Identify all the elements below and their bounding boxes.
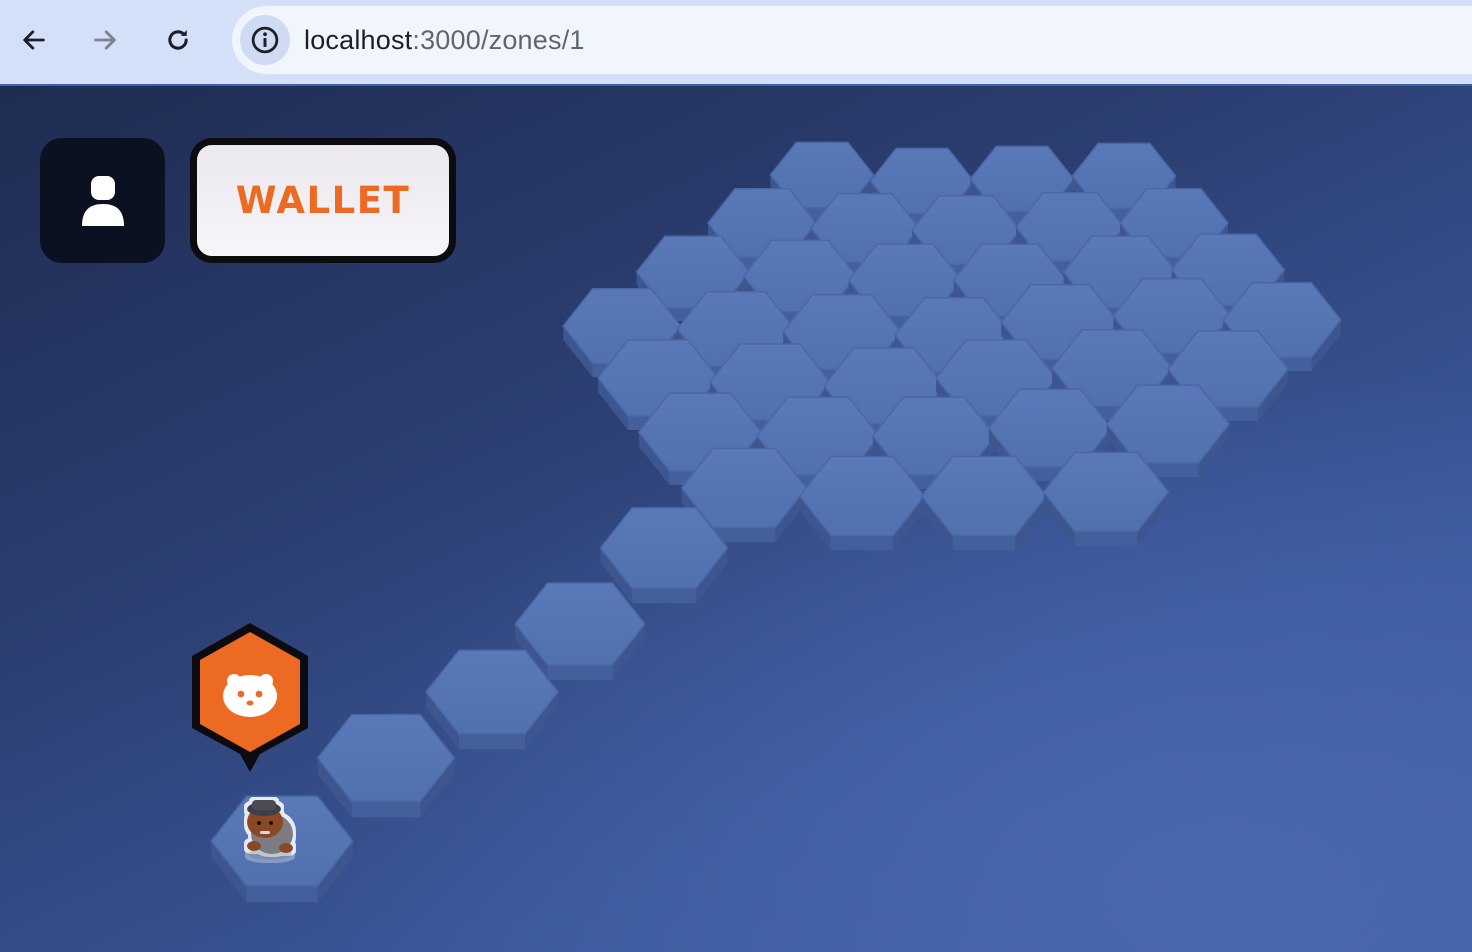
game-viewport[interactable]: WALLET — [0, 86, 1472, 952]
back-button[interactable] — [14, 20, 54, 60]
reload-icon — [168, 30, 188, 50]
url-text[interactable]: localhost:3000/zones/1 — [304, 25, 585, 56]
wallet-button[interactable]: WALLET — [190, 138, 456, 263]
forward-arrow-icon — [94, 30, 116, 50]
hex-tile[interactable] — [316, 713, 456, 818]
wallet-label: WALLET — [235, 179, 411, 222]
site-info-button[interactable] — [240, 15, 290, 65]
player-badge[interactable] — [192, 623, 308, 772]
back-arrow-icon — [23, 30, 45, 50]
bear-face-icon — [223, 674, 277, 717]
url-path: :3000/zones/1 — [412, 24, 585, 55]
user-icon — [81, 175, 124, 226]
url-host: localhost — [304, 24, 413, 55]
site-info-icon — [251, 26, 279, 54]
address-bar[interactable]: localhost:3000/zones/1 — [232, 6, 1472, 74]
browser-toolbar: localhost:3000/zones/1 — [0, 0, 1472, 86]
reload-button[interactable] — [158, 20, 198, 60]
forward-button[interactable] — [85, 20, 125, 60]
profile-button[interactable] — [40, 138, 165, 263]
